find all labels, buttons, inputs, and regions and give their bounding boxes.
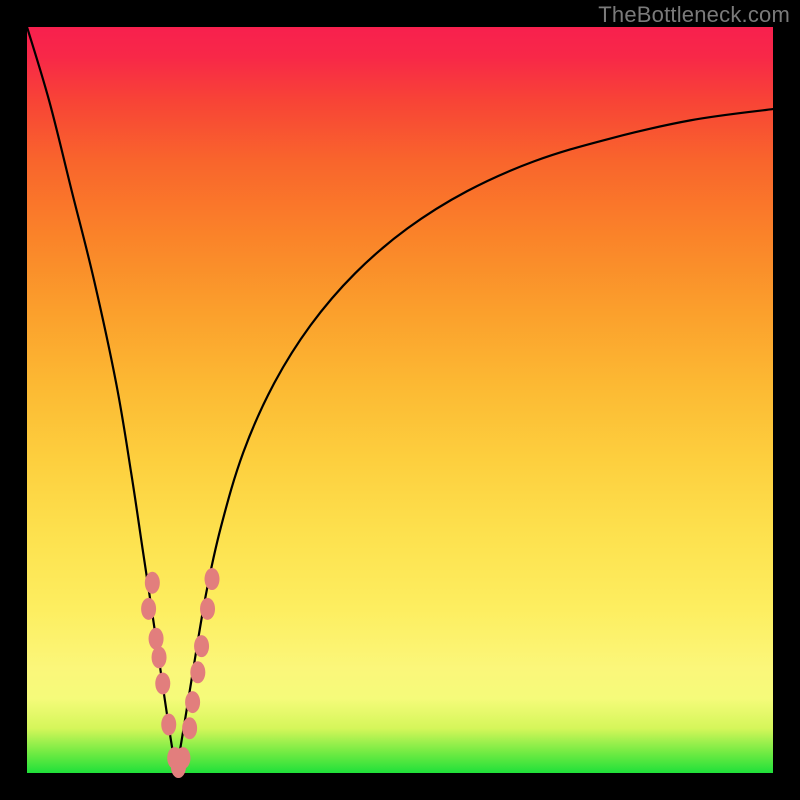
data-dot <box>149 628 164 650</box>
data-dot <box>161 714 176 736</box>
outer-frame: TheBottleneck.com <box>0 0 800 800</box>
watermark-text: TheBottleneck.com <box>598 2 790 28</box>
data-dot <box>175 747 190 769</box>
data-dot <box>205 568 220 590</box>
bottleneck-curve-chart <box>27 27 773 773</box>
data-dot <box>200 598 215 620</box>
data-dot <box>152 646 167 668</box>
data-dot <box>182 717 197 739</box>
data-dot <box>145 572 160 594</box>
data-dot <box>194 635 209 657</box>
data-dot <box>141 598 156 620</box>
data-dot <box>155 672 170 694</box>
data-dot <box>190 661 205 683</box>
data-dot <box>185 691 200 713</box>
curve-right-branch <box>176 109 773 773</box>
